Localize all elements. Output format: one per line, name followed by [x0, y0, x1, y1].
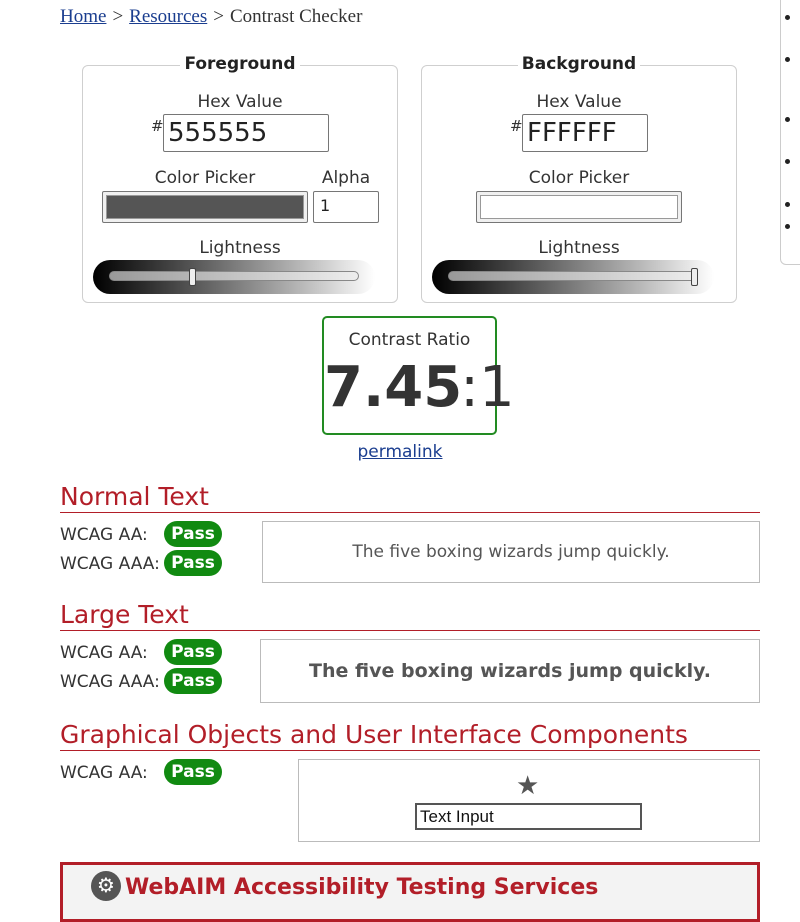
large-aaa-label: WCAG AAA: [60, 672, 160, 692]
background-hash: # [510, 117, 523, 135]
background-lightness-slider[interactable] [432, 260, 714, 294]
background-legend: Background [422, 54, 736, 74]
slider-track [448, 271, 698, 281]
foreground-picker-label: Color Picker [154, 168, 256, 188]
banner-title[interactable]: WebAIM Accessibility Testing Services [125, 875, 598, 900]
sidebar-bullet [785, 159, 790, 164]
alpha-label: Alpha [321, 168, 371, 188]
normal-aa-pass-badge: Pass [164, 521, 222, 547]
contrast-ratio-box: Contrast Ratio 7.45:1 [322, 316, 515, 435]
gear-head-icon: ⚙ [91, 871, 121, 901]
normal-text-heading: Normal Text [60, 482, 760, 513]
permalink-link[interactable]: permalink [358, 442, 443, 462]
contrast-ratio-value: 7.45:1 [324, 355, 515, 420]
contrast-ratio-number: 7.45 [324, 355, 463, 420]
foreground-lightness-label: Lightness [199, 238, 281, 258]
large-aa-label: WCAG AA: [60, 643, 148, 663]
large-text-sample: The five boxing wizards jump quickly. [260, 639, 760, 703]
background-color-picker[interactable] [476, 191, 682, 223]
slider-thumb[interactable] [189, 268, 197, 286]
breadcrumb-separator: > [213, 6, 224, 27]
sidebar-panel [780, 0, 800, 265]
slider-track [109, 271, 359, 281]
contrast-ratio-label: Contrast Ratio [348, 330, 471, 350]
sidebar-bullet [785, 15, 790, 20]
permalink-row: permalink [0, 442, 800, 462]
foreground-hash: # [151, 117, 164, 135]
foreground-legend: Foreground [83, 54, 397, 74]
breadcrumb-home-link[interactable]: Home [60, 6, 106, 27]
foreground-lightness-slider[interactable] [93, 260, 375, 294]
foreground-color-swatch [106, 195, 304, 219]
testing-services-banner[interactable]: ⚙ WebAIM Accessibility Testing Services [60, 862, 760, 922]
background-hex-label: Hex Value [536, 92, 622, 112]
foreground-hex-input[interactable]: 555555 [163, 114, 329, 152]
normal-text-sample: The five boxing wizards jump quickly. [262, 521, 760, 583]
normal-aa-label: WCAG AA: [60, 525, 148, 545]
breadcrumb-current: Contrast Checker [229, 6, 363, 27]
graphical-aa-pass-badge: Pass [164, 759, 222, 785]
slider-thumb[interactable] [691, 268, 698, 286]
graphical-aa-label: WCAG AA: [60, 763, 148, 783]
background-lightness-label: Lightness [538, 238, 620, 258]
star-icon: ★ [516, 770, 540, 800]
background-hex-input[interactable]: FFFFFF [522, 114, 648, 152]
large-text-heading: Large Text [60, 600, 760, 631]
sidebar-bullet [785, 202, 790, 207]
contrast-ratio-suffix: :1 [460, 355, 515, 420]
background-color-swatch [480, 195, 678, 219]
breadcrumb-separator: > [112, 6, 124, 27]
sample-text-input[interactable]: Text Input [415, 803, 642, 830]
sidebar-bullet [785, 57, 790, 62]
large-aaa-pass-badge: Pass [164, 668, 222, 694]
foreground-hex-label: Hex Value [197, 92, 283, 112]
sidebar-bullet [785, 117, 790, 122]
breadcrumb-resources-link[interactable]: Resources [129, 6, 207, 27]
normal-aaa-label: WCAG AAA: [60, 554, 160, 574]
sidebar-bullet [785, 224, 790, 229]
graphical-objects-heading: Graphical Objects and User Interface Com… [60, 720, 760, 751]
foreground-color-picker[interactable] [102, 191, 308, 223]
alpha-input[interactable]: 1 [313, 191, 379, 223]
breadcrumb: Home > Resources > Contrast Checker [60, 6, 362, 28]
large-aa-pass-badge: Pass [164, 639, 222, 665]
background-picker-label: Color Picker [528, 168, 630, 188]
normal-aaa-pass-badge: Pass [164, 550, 222, 576]
